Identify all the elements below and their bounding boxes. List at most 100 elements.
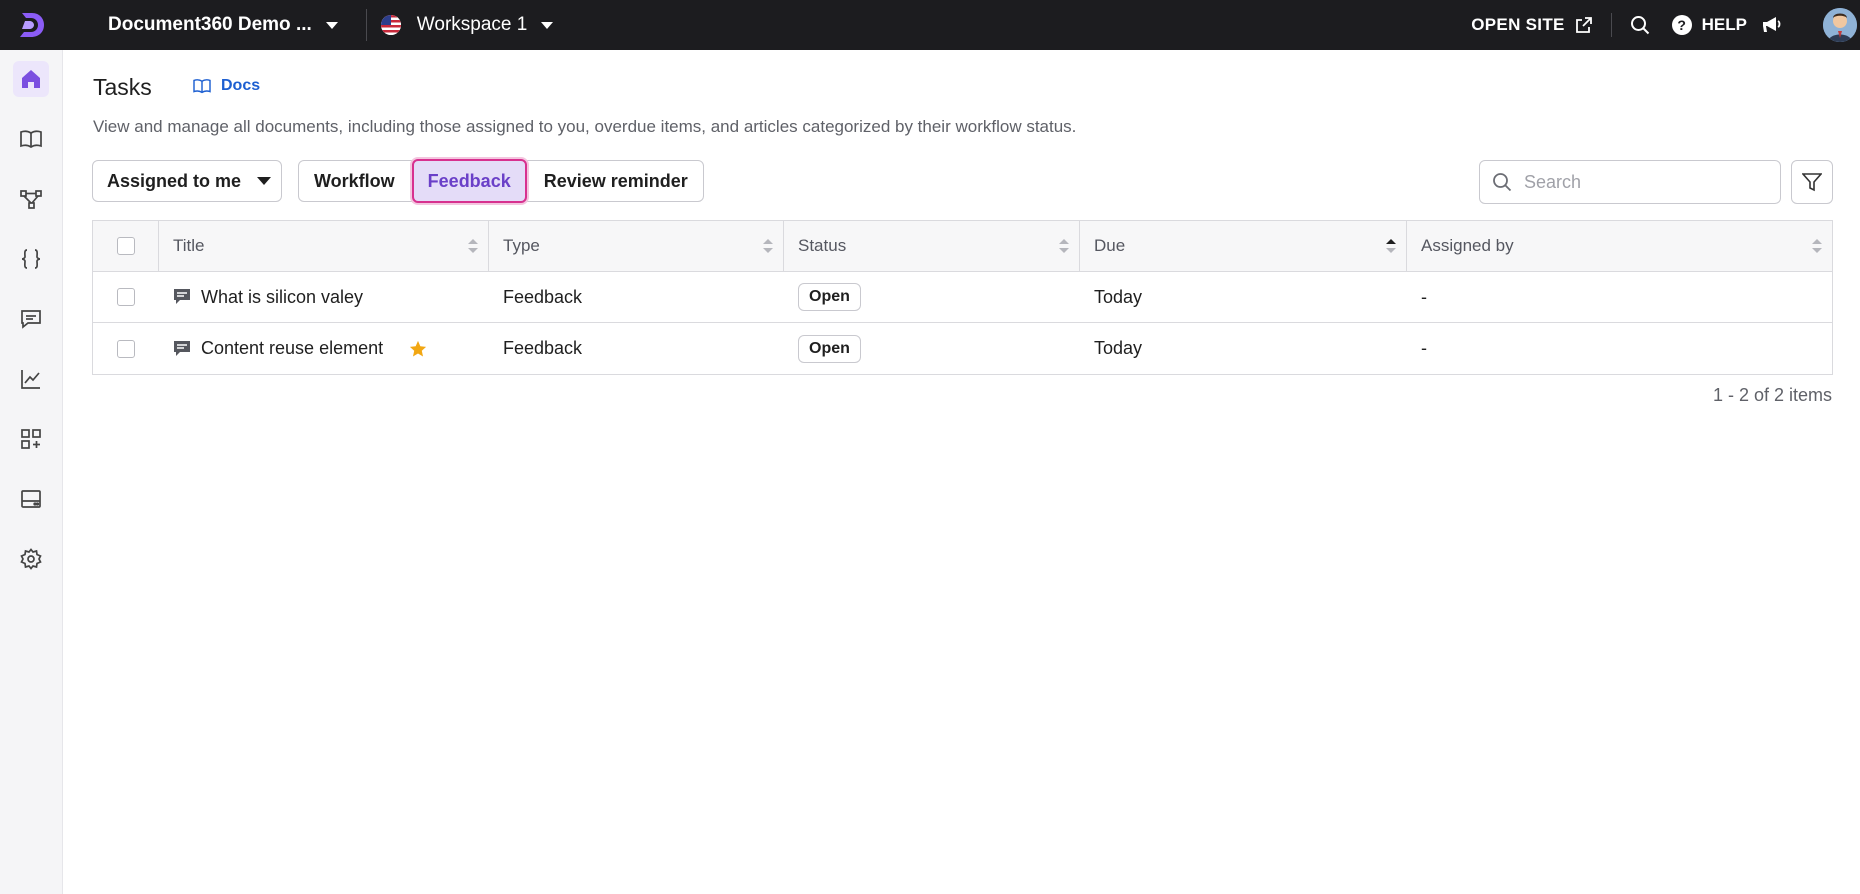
sidebar-item-integrations[interactable] xyxy=(13,421,49,457)
status-badge: Open xyxy=(798,334,861,363)
open-site-label: OPEN SITE xyxy=(1471,15,1565,34)
task-title: What is silicon valey xyxy=(201,286,364,307)
column-header-title[interactable]: Title xyxy=(159,221,489,271)
column-header-label: Status xyxy=(798,236,847,255)
chevron-down-icon xyxy=(541,21,554,29)
task-type-tabs: Workflow Feedback Review reminder xyxy=(298,159,704,203)
us-flag-icon xyxy=(380,15,401,35)
type-cell: Feedback xyxy=(503,286,583,307)
sort-icon[interactable] xyxy=(763,238,773,254)
search-button[interactable] xyxy=(1630,15,1650,35)
external-link-icon xyxy=(1575,17,1592,33)
workflow-icon xyxy=(20,190,42,209)
sidebar-item-settings[interactable] xyxy=(13,541,49,577)
open-site-button[interactable]: OPEN SITE xyxy=(1471,15,1592,35)
column-header-label: Type xyxy=(503,236,540,255)
column-header-status[interactable]: Status xyxy=(784,221,1080,271)
help-button[interactable]: ? HELP xyxy=(1671,15,1747,35)
chevron-down-icon xyxy=(257,177,272,185)
sidebar-item-analytics[interactable] xyxy=(13,361,49,397)
select-all-checkbox[interactable] xyxy=(116,237,135,255)
search-input[interactable] xyxy=(1522,170,1766,194)
column-header-label: Due xyxy=(1094,236,1126,255)
help-icon: ? xyxy=(1671,15,1692,35)
filter-button[interactable] xyxy=(1791,160,1833,204)
sidebar-item-feedback[interactable] xyxy=(13,301,49,337)
analytics-icon xyxy=(21,370,40,389)
status-cell: Open xyxy=(784,323,1080,374)
document360-logo-icon[interactable] xyxy=(0,0,62,50)
filter-icon xyxy=(1802,173,1822,192)
home-icon xyxy=(22,70,40,88)
table-row[interactable]: What is silicon valey Feedback Open Toda… xyxy=(93,272,1832,323)
workspace-name: Workspace 1 xyxy=(416,14,528,35)
sort-icon[interactable] xyxy=(468,238,478,254)
row-select-cell xyxy=(93,323,159,374)
star-icon xyxy=(410,340,427,356)
book-icon xyxy=(20,130,42,149)
comment-icon xyxy=(21,310,41,329)
megaphone-icon xyxy=(1763,17,1781,32)
due-cell: Today xyxy=(1094,338,1143,358)
divider xyxy=(1610,13,1612,37)
page-description: View and manage all documents, including… xyxy=(93,117,1077,136)
column-header-type[interactable]: Type xyxy=(489,221,784,271)
row-select-cell xyxy=(93,272,159,322)
sidebar-item-api[interactable] xyxy=(13,241,49,277)
type-cell: Feedback xyxy=(503,338,583,358)
project-selector[interactable]: Document360 Demo ... xyxy=(108,14,338,36)
search-icon xyxy=(1493,173,1512,192)
title-cell: What is silicon valey xyxy=(159,272,489,322)
announcements-button[interactable] xyxy=(1761,15,1783,35)
feedback-comment-icon xyxy=(174,289,190,304)
workspace-selector[interactable]: Workspace 1 xyxy=(380,14,554,36)
task-title-link[interactable]: Content reuse element xyxy=(173,338,383,359)
docs-link-label: Docs xyxy=(221,77,261,94)
sidebar-item-home[interactable] xyxy=(13,61,49,97)
sidebar-item-documentation[interactable] xyxy=(13,121,49,157)
sort-icon[interactable] xyxy=(1812,238,1822,254)
curly-braces-icon xyxy=(21,249,41,269)
column-header-assigned-by[interactable]: Assigned by xyxy=(1407,221,1832,271)
row-checkbox[interactable] xyxy=(117,288,135,306)
sort-icon[interactable] xyxy=(1059,238,1069,254)
column-header-label: Assigned by xyxy=(1421,236,1514,255)
tasks-table: Title Type Status Due Assigned by What i… xyxy=(92,220,1833,375)
divider xyxy=(365,9,367,41)
docs-link[interactable]: Docs xyxy=(193,77,260,95)
select-all-cell xyxy=(93,221,159,271)
gear-icon xyxy=(20,548,42,570)
table-row[interactable]: Content reuse element Feedback Open Toda… xyxy=(93,323,1832,374)
search-icon xyxy=(1630,16,1649,35)
task-title-link[interactable]: What is silicon valey xyxy=(173,287,363,308)
assigned-filter-dropdown[interactable]: Assigned to me xyxy=(92,160,282,202)
row-checkbox[interactable] xyxy=(117,339,135,358)
pagination-summary: 1 - 2 of 2 items xyxy=(1712,385,1832,405)
widget-icon xyxy=(21,490,41,508)
tab-review-reminder[interactable]: Review reminder xyxy=(529,161,703,201)
tab-workflow[interactable]: Workflow xyxy=(299,161,410,201)
due-cell: Today xyxy=(1094,286,1143,307)
status-cell: Open xyxy=(784,272,1080,322)
apps-add-icon xyxy=(21,429,41,449)
sidebar xyxy=(0,50,63,894)
top-bar-actions: OPEN SITE ? HELP xyxy=(1471,0,1860,50)
assigned-by-cell: - xyxy=(1421,338,1427,358)
page-title: Tasks xyxy=(93,74,152,100)
search-box xyxy=(1479,160,1781,204)
tab-feedback[interactable]: Feedback xyxy=(411,159,527,203)
sidebar-item-widgets[interactable] xyxy=(13,481,49,517)
status-badge: Open xyxy=(798,283,861,311)
user-avatar[interactable] xyxy=(1823,8,1857,42)
help-label: HELP xyxy=(1701,15,1747,34)
assigned-filter-label: Assigned to me xyxy=(107,170,242,191)
project-name: Document360 Demo ... xyxy=(108,14,312,35)
column-header-label: Title xyxy=(173,236,205,255)
feedback-comment-icon xyxy=(174,340,190,356)
book-icon xyxy=(193,79,211,94)
sort-ascending-icon[interactable] xyxy=(1386,238,1396,254)
title-cell: Content reuse element xyxy=(159,323,489,374)
sidebar-item-workflow[interactable] xyxy=(13,181,49,217)
column-header-due[interactable]: Due xyxy=(1080,221,1407,271)
assigned-by-cell: - xyxy=(1421,286,1427,307)
